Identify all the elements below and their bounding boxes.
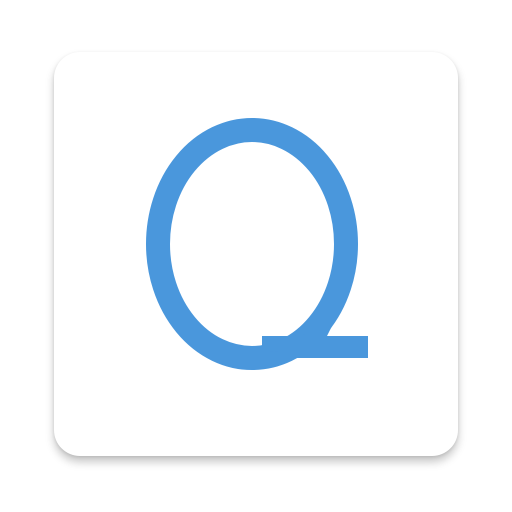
launcher-stage: Q bbox=[0, 0, 512, 512]
app-icon-tile[interactable]: Q bbox=[54, 52, 458, 456]
q-letter-icon bbox=[146, 118, 368, 370]
